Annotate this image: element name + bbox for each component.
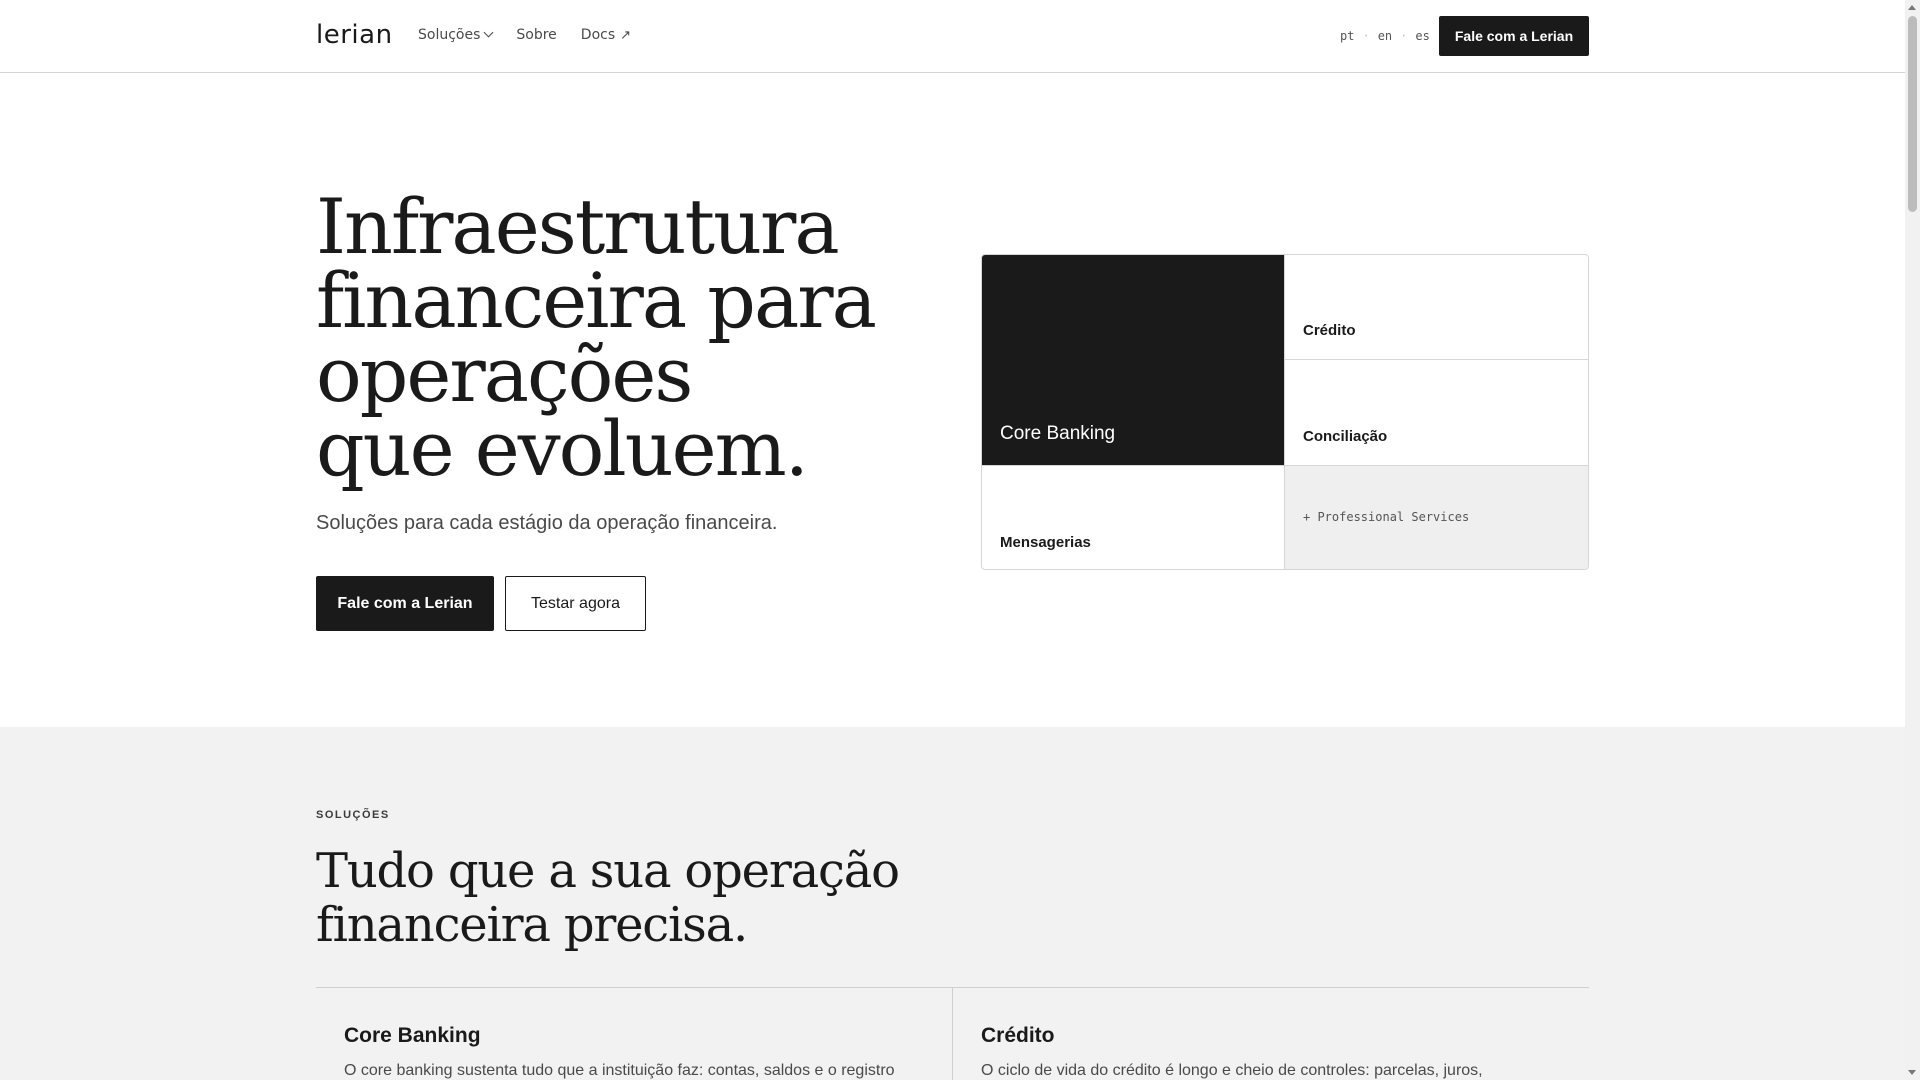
contact-button-hero[interactable]: Fale com a Lerian [316, 576, 494, 631]
lang-pt[interactable]: pt [1340, 29, 1354, 43]
solutions-title-line: Tudo que a sua operação [316, 843, 900, 899]
tile-credito-label: Crédito [1303, 322, 1356, 339]
solution-cards: Core Banking O core banking sustenta tud… [316, 987, 1589, 1080]
solution-card-text: O core banking sustenta tudo que a insti… [344, 1062, 895, 1079]
chevron-down-icon [483, 27, 494, 38]
tile-professional-services[interactable]: + Professional Services [1284, 465, 1588, 569]
page-scrollbar[interactable] [1905, 0, 1920, 1080]
hero-title-line: que evoluem. [316, 404, 809, 493]
hero-title-line: Infraestrutura [316, 182, 840, 271]
tile-core-banking-label: Core Banking [1000, 423, 1116, 444]
solutions-section: SOLUÇÕES Tudo que a sua operação finance… [0, 727, 1905, 1080]
hero-title-line: financeira para [316, 256, 877, 345]
lang-es[interactable]: es [1415, 29, 1429, 43]
lang-separator: · [1400, 29, 1408, 43]
tile-conciliacao-label: Conciliação [1303, 428, 1388, 445]
tile-core-banking[interactable]: Core Banking [982, 255, 1284, 465]
nav-sobre[interactable]: Sobre [516, 27, 556, 43]
nav-docs-label: Docs [580, 27, 616, 43]
section-eyebrow: SOLUÇÕES [316, 809, 390, 821]
scroll-up-arrow-icon[interactable] [1908, 5, 1916, 10]
solution-card-core-banking[interactable]: Core Banking O core banking sustenta tud… [316, 988, 952, 1080]
hero-title-line: operações [316, 330, 693, 419]
solutions-title: Tudo que a sua operação financeira preci… [316, 844, 1016, 952]
external-link-icon: ↗ [620, 27, 632, 43]
lang-en[interactable]: en [1378, 29, 1392, 43]
product-grid: Core Banking Crédito Conciliação Mensage… [981, 254, 1589, 570]
try-now-button[interactable]: Testar agora [505, 576, 646, 631]
scrollbar-thumb[interactable] [1908, 16, 1917, 212]
lang-separator: · [1362, 29, 1370, 43]
top-navigation-bar: lerian Soluções Sobre Docs ↗ pt · en · e… [0, 0, 1905, 73]
tile-mensagerias[interactable]: Mensagerias [982, 465, 1284, 569]
solution-card-credito[interactable]: Crédito O ciclo de vida do crédito é lon… [952, 988, 1589, 1080]
tile-professional-services-label: + Professional Services [1303, 510, 1470, 524]
contact-button-header[interactable]: Fale com a Lerian [1439, 16, 1589, 56]
tile-credito[interactable]: Crédito [1284, 255, 1588, 360]
hero-subtitle: Soluções para cada estágio da operação f… [316, 512, 778, 534]
language-switcher: pt · en · es [1340, 29, 1430, 43]
nav-docs[interactable]: Docs ↗ [581, 27, 631, 43]
solution-card-text: O ciclo de vida do crédito é longo e che… [981, 1062, 1483, 1079]
tile-mensagerias-label: Mensagerias [1000, 534, 1091, 551]
nav-solucoes[interactable]: Soluções [418, 27, 494, 43]
lerian-logo[interactable]: lerian [316, 20, 393, 50]
nav-sobre-label: Sobre [516, 27, 557, 43]
solution-card-title: Core Banking [344, 1024, 481, 1047]
main-nav: Soluções Sobre Docs ↗ [418, 27, 631, 43]
solutions-title-line: financeira precisa. [316, 897, 748, 953]
solution-card-title: Crédito [981, 1024, 1055, 1047]
tile-conciliacao[interactable]: Conciliação [1284, 360, 1588, 465]
nav-solucoes-label: Soluções [418, 27, 481, 43]
hero-title: Infraestrutura financeira para operações… [316, 182, 916, 493]
scroll-down-arrow-icon[interactable] [1908, 1070, 1916, 1075]
